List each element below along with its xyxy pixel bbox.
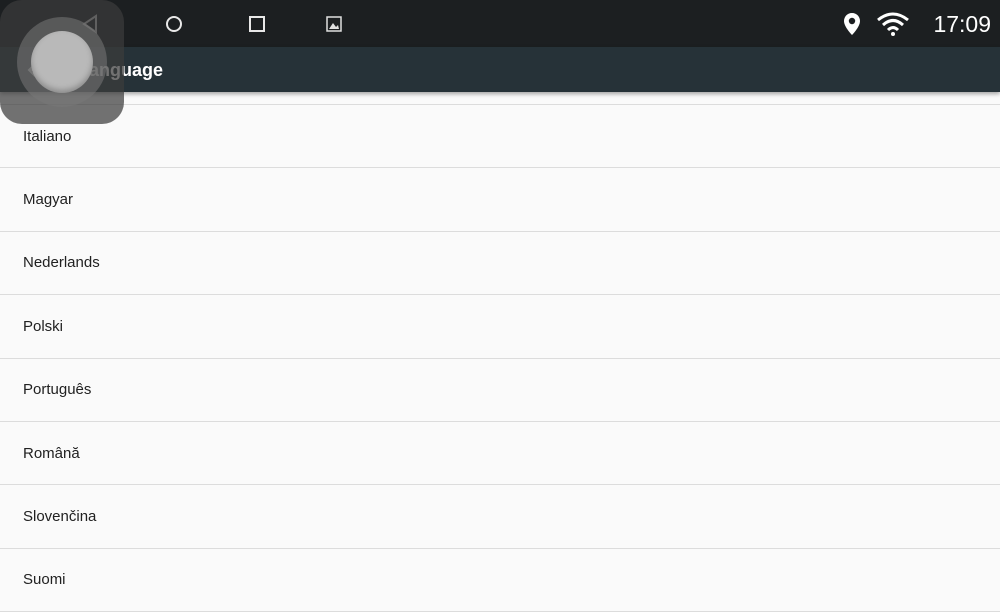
list-item[interactable]: Română xyxy=(0,422,1000,486)
assistive-touch-core xyxy=(31,31,93,93)
language-label: Italiano xyxy=(23,127,72,145)
assistive-touch-icon xyxy=(17,17,107,107)
language-label: Magyar xyxy=(23,191,74,209)
language-label: Polski xyxy=(23,317,64,335)
status-clock: 17:09 xyxy=(933,11,991,37)
list-item[interactable]: Suomi xyxy=(0,549,1000,612)
list-item[interactable]: Slovenčina xyxy=(0,485,1000,549)
language-list: Italiano Magyar Nederlands Polski Portug… xyxy=(0,92,1000,612)
list-item[interactable]: Português xyxy=(0,359,1000,422)
list-item[interactable] xyxy=(0,92,1000,105)
list-item[interactable]: Polski xyxy=(0,295,1000,359)
language-label: Português xyxy=(23,381,92,399)
language-label: Slovenčina xyxy=(23,508,97,526)
language-label: Română xyxy=(23,444,80,462)
home-circle-icon[interactable] xyxy=(162,12,186,36)
list-item[interactable]: Italiano xyxy=(0,105,1000,169)
status-bar: 17:09 xyxy=(0,0,1000,47)
language-label: Suomi xyxy=(23,571,66,589)
list-item[interactable]: Nederlands xyxy=(0,232,1000,296)
list-item[interactable]: Magyar xyxy=(0,168,1000,232)
gallery-icon xyxy=(322,12,346,36)
recents-square-icon[interactable] xyxy=(245,12,269,36)
language-label: Nederlands xyxy=(23,254,100,272)
toolbar: Language xyxy=(0,47,1000,92)
location-pin-icon xyxy=(840,12,864,36)
assistive-touch-button[interactable] xyxy=(0,0,124,124)
wifi-icon xyxy=(876,12,910,36)
